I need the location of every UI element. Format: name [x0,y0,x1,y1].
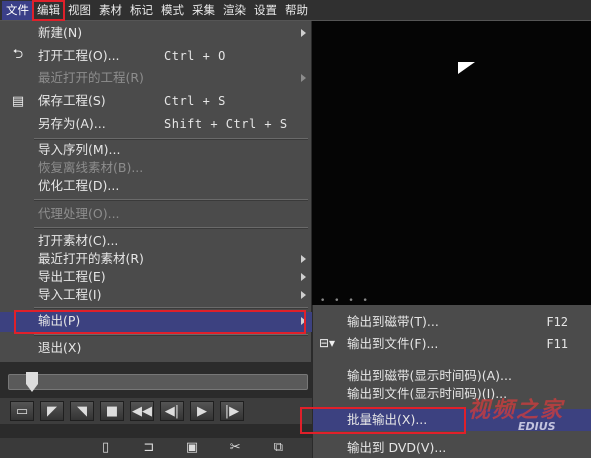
menu-separator [34,199,308,201]
submenu-item-batch-output[interactable]: 批量输出(X)... [313,409,591,431]
copy-icon[interactable]: ⧉ [269,439,288,457]
step-forward-icon[interactable]: |▶ [220,401,244,421]
menu-item-exit[interactable]: 退出(X) [0,339,312,357]
submenu-arrow-icon [301,29,306,37]
menu-item-save-as[interactable]: 另存为(A)... Shift + Ctrl + S [0,115,312,133]
submenu-item-output-tape-timecode[interactable]: 输出到磁带(显示时间码)(A)... [313,367,591,385]
menu-mode[interactable]: 模式 [157,1,188,20]
menu-item-open-clip[interactable]: 打开素材(C)... [0,232,312,250]
submenu-item-output-file-timecode[interactable]: 输出到文件(显示时间码)(I)... [313,385,591,403]
preview-monitor: • • • • [312,21,591,306]
audio-icon[interactable]: ▭ [10,401,34,421]
open-icon[interactable]: ⊐ [139,439,158,457]
menu-separator [34,334,308,336]
submenu-arrow-icon [301,255,306,263]
menu-separator [34,138,308,140]
menu-clip[interactable]: 素材 [95,1,126,20]
transport-bar: ▭ ◤ ◥ ■ ◀◀ ◀| ▶ |▶ [0,398,312,424]
menu-item-save-project[interactable]: ▤ 保存工程(S) Ctrl + S [0,92,312,110]
step-back-icon[interactable]: ◀| [160,401,184,421]
submenu-arrow-icon [301,74,306,82]
menu-capture[interactable]: 采集 [188,1,219,20]
submenu-item-output-tape[interactable]: 输出到磁带(T)... F12 [313,313,591,331]
stop-icon[interactable]: ■ [100,401,124,421]
edit-toolbar: ▯ ⊐ ▣ ✂ ⧉ [0,438,312,458]
save-tool-icon[interactable]: ▣ [182,439,201,457]
menu-view[interactable]: 视图 [64,1,95,20]
submenu-item-output-file[interactable]: ⊟▾ 输出到文件(F)... F11 [313,335,591,353]
menu-item-new[interactable]: 新建(N) [0,24,312,42]
cursor-marker-icon [458,62,475,74]
menu-settings[interactable]: 设置 [250,1,281,20]
new-sequence-icon[interactable]: ▯ [96,439,115,457]
submenu-arrow-icon [301,273,306,281]
menu-edit[interactable]: 编辑 [32,0,65,21]
open-project-icon: ⮌ [12,47,24,62]
menu-item-import-sequence[interactable]: 导入序列(M)... [0,141,312,159]
menu-item-open-project[interactable]: ⮌ 打开工程(O)... Ctrl + O [0,47,312,65]
menu-item-proxy: 代理处理(O)... [38,206,120,221]
save-icon: ▤ [11,93,25,109]
output-submenu: 输出到磁带(T)... F12 ⊟▾ 输出到文件(F)... F11 输出到磁带… [312,305,591,458]
menu-item-restore-offline: 恢复离线素材(B)... [38,160,144,175]
play-icon[interactable]: ▶ [190,401,214,421]
menu-item-recent-clips[interactable]: 最近打开的素材(R) [0,250,312,268]
set-out-icon[interactable]: ◥ [70,401,94,421]
menu-item-export-project[interactable]: 导出工程(E) [0,268,312,286]
menu-separator [34,227,308,229]
menu-item-output[interactable]: 输出(P) [0,312,312,332]
timeline-slider[interactable] [8,374,308,390]
menu-marker[interactable]: 标记 [126,1,157,20]
submenu-item-output-dvd[interactable]: 输出到 DVD(V)... [313,439,591,457]
menubar: 文件 编辑 视图 素材 标记 模式 采集 渲染 设置 帮助 [0,0,591,21]
export-file-icon: ⊟▾ [319,336,336,350]
menu-render[interactable]: 渲染 [219,1,250,20]
menu-file[interactable]: 文件 [2,0,33,20]
cut-icon[interactable]: ✂ [226,439,245,457]
menu-item-recent-projects: 最近打开的工程(R) [0,69,312,87]
player-controls: ▭ ◤ ◥ ■ ◀◀ ◀| ▶ |▶ ▯ ⊐ ▣ ✂ ⧉ [0,362,312,458]
submenu-arrow-icon [301,317,306,325]
menu-help[interactable]: 帮助 [281,1,312,20]
menu-separator [34,307,308,309]
set-in-icon[interactable]: ◤ [40,401,64,421]
rewind-icon[interactable]: ◀◀ [130,401,154,421]
menu-item-import-project[interactable]: 导入工程(I) [0,286,312,304]
menu-item-optimize-project[interactable]: 优化工程(D)... [0,177,312,195]
submenu-arrow-icon [301,291,306,299]
file-menu-dropdown: 新建(N) ⮌ 打开工程(O)... Ctrl + O 最近打开的工程(R) ▤… [0,21,312,362]
